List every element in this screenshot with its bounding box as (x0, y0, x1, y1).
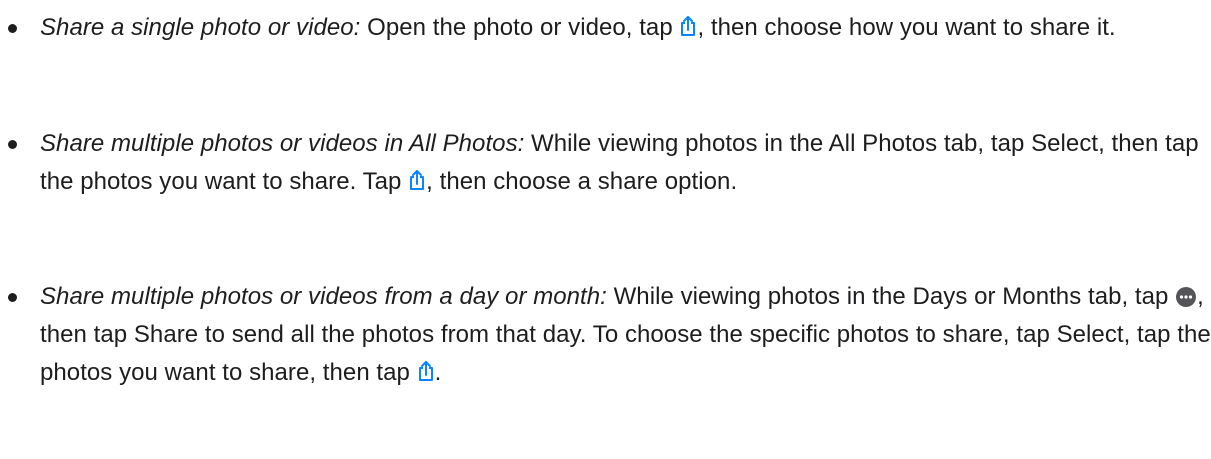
list-item-term: Share multiple photos or videos in All P… (40, 130, 525, 157)
more-icon (1175, 286, 1197, 308)
share-icon (417, 360, 435, 384)
share-icon (679, 15, 697, 39)
share-icon (408, 169, 426, 193)
list-item-term: Share multiple photos or videos from a d… (40, 283, 607, 310)
list-item: Share multiple photos or videos in All P… (0, 125, 1211, 201)
list-item-text: , then choose a share option. (426, 168, 738, 195)
list-item-text: Open the photo or video, tap (360, 14, 680, 41)
list-item: Share a single photo or video: Open the … (0, 9, 1211, 47)
list-item-text: , then choose how you want to share it. (697, 14, 1116, 41)
list-item-term: Share a single photo or video: (40, 14, 361, 41)
list-item-text: . (434, 359, 442, 386)
list-item-text: While viewing photos in the Days or Mont… (606, 283, 1176, 310)
document: Share a single photo or video: Open the … (0, 0, 1211, 459)
list-item: Share multiple photos or videos from a d… (0, 278, 1211, 392)
